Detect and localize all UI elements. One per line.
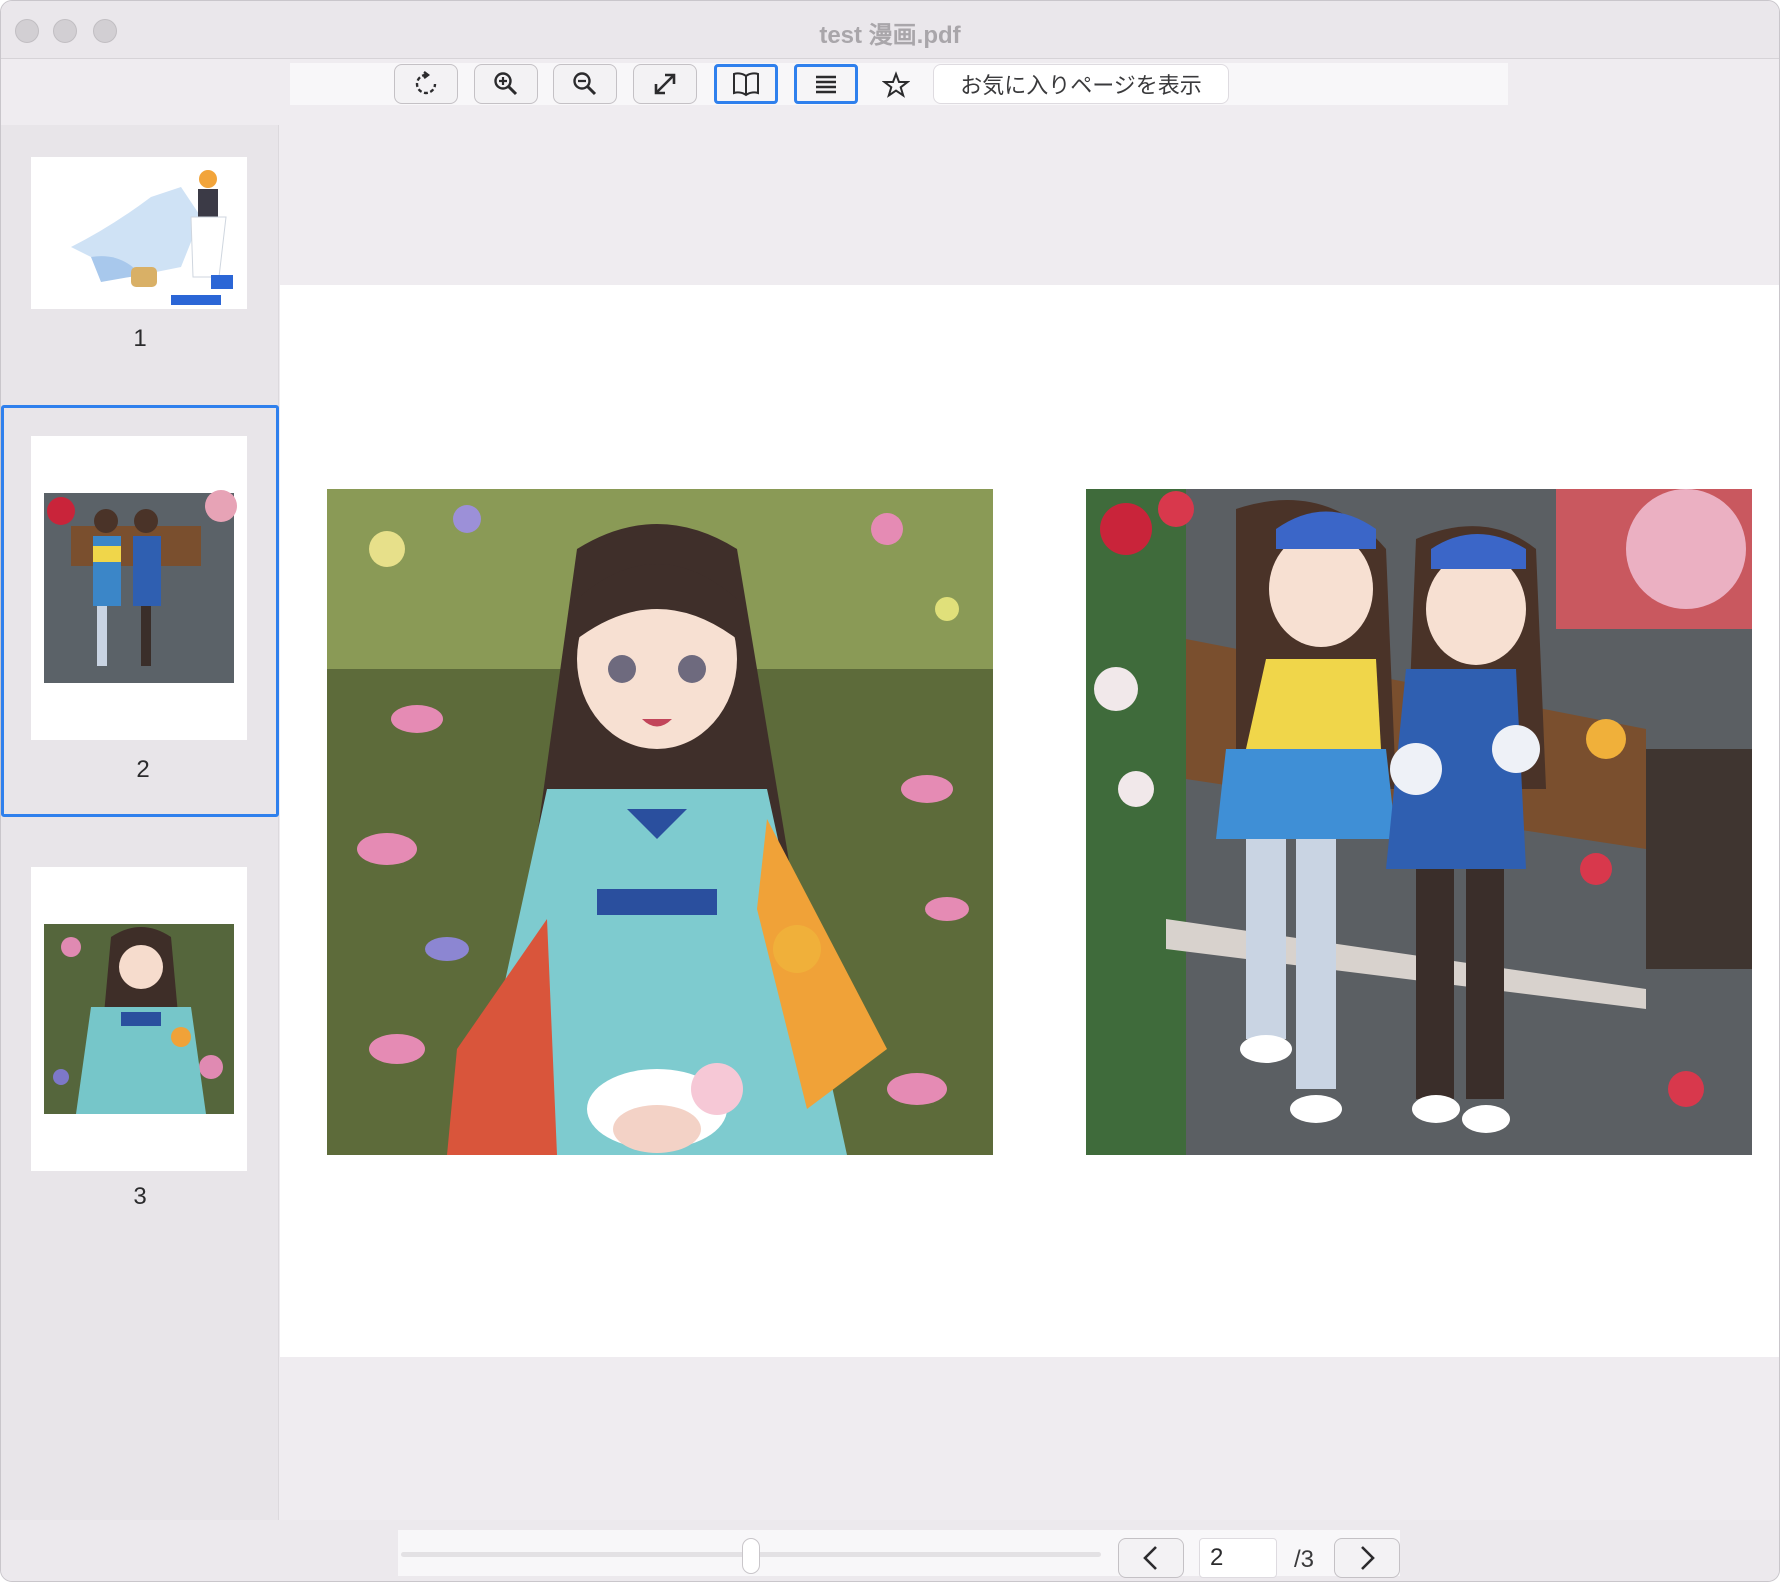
page-slider-knob[interactable] [742,1538,760,1574]
zoom-in-button[interactable] [474,64,538,104]
list-view-button[interactable] [794,64,858,104]
previous-page-button[interactable] [1118,1538,1184,1578]
thumbnail-image [31,436,247,740]
rotate-button[interactable] [394,64,458,104]
zoom-out-button[interactable] [553,64,617,104]
favorite-page-button[interactable] [878,67,914,103]
book-icon [733,72,759,97]
star-icon [882,71,910,98]
page-spread [280,285,1779,1357]
zoom-in-icon [494,72,518,96]
page-image-right [1086,489,1752,1155]
thumbnail-page-2[interactable]: 2 [1,405,279,817]
zoom-out-icon [573,72,597,96]
fit-page-button[interactable] [633,64,697,104]
title-bar: test 漫画.pdf [1,1,1779,59]
thumbnail-image [31,867,247,1171]
toolbar: お気に入りページを表示 [290,63,1508,105]
page-total-label: /3 [1294,1546,1315,1573]
chevron-left-icon [1143,1546,1157,1570]
thumbnail-page-number: 3 [133,1183,147,1210]
thumbnail-sidebar: 1 2 3 [1,125,279,1520]
page-image-left [327,489,993,1155]
rotate-icon [415,71,437,95]
chevron-right-icon [1361,1546,1375,1570]
document-view[interactable] [280,125,1779,1520]
page-number-input[interactable] [1199,1538,1277,1578]
thumbnail-image [31,157,247,309]
show-favorites-button[interactable]: お気に入りページを表示 [933,64,1229,104]
thumbnail-page-3[interactable]: 3 [1,825,279,1237]
next-page-button[interactable] [1334,1538,1400,1578]
book-view-button[interactable] [714,64,778,104]
thumbnail-page-number: 2 [136,756,150,783]
pdf-viewer-window: test 漫画.pdf お気に入りページを表示 1 2 3 2 /3 [0,0,1780,1582]
page-slider-area: /3 [398,1530,1400,1578]
window-title: test 漫画.pdf [819,22,961,49]
thumbnail-page-number: 1 [133,325,147,352]
list-icon [816,75,836,94]
page-navigation-bar: /3 [1,1520,1779,1581]
expand-icon [654,73,676,95]
